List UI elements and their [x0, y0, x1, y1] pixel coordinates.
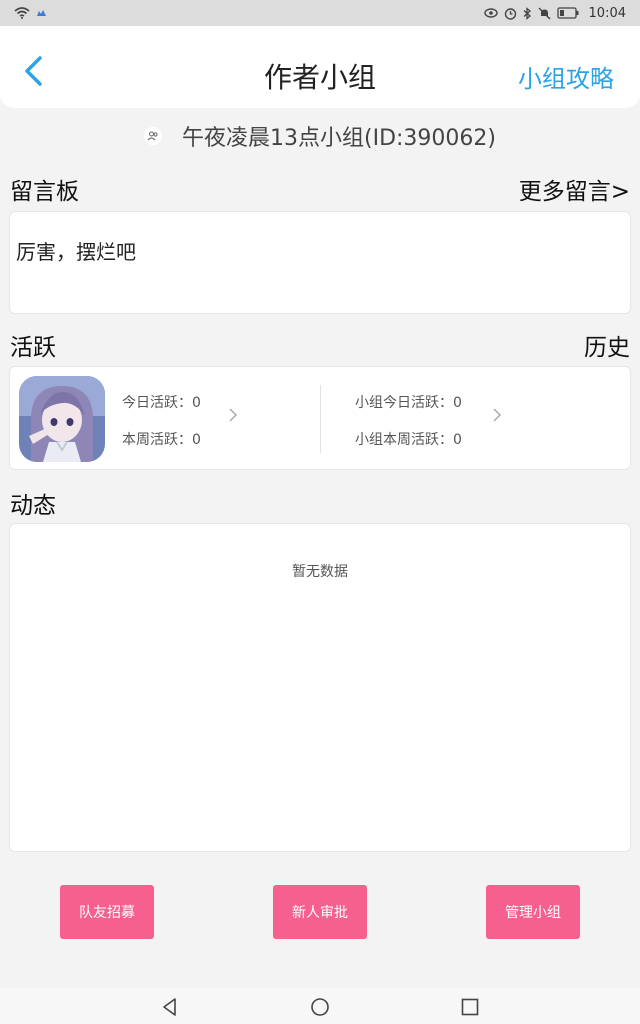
battery-icon — [556, 7, 579, 19]
approve-newcomers-button[interactable]: 新人审批 — [273, 885, 367, 939]
group-name-row: 午夜凌晨13点小组(ID:390062) — [0, 118, 640, 154]
more-messages-link[interactable]: 更多留言> — [519, 172, 630, 206]
group-guide-link[interactable]: 小组攻略 — [518, 59, 614, 94]
feed-title: 动态 — [10, 493, 56, 519]
empty-state-text: 暂无数据 — [292, 564, 348, 580]
history-link[interactable]: 历史 — [584, 328, 630, 362]
bluetooth-icon — [523, 6, 532, 20]
today-activity: 今日活跃：0 — [122, 395, 201, 411]
activity-card: 今日活跃：0 本周活跃：0 小组今日活跃：0 小组本周活跃：0 — [9, 366, 631, 470]
nav-home-icon[interactable] — [309, 996, 331, 1018]
app-header: 作者小组 小组攻略 — [0, 26, 640, 108]
message-board-card[interactable]: 厉害，摆烂吧 — [9, 211, 631, 314]
status-bar: 10:04 — [0, 0, 640, 26]
group-week-activity: 小组本周活跃：0 — [355, 432, 462, 448]
chevron-right-icon[interactable] — [492, 407, 502, 428]
group-icon — [144, 127, 162, 145]
eye-icon — [483, 8, 498, 18]
nav-recents-icon[interactable] — [459, 996, 481, 1018]
manage-group-button[interactable]: 管理小组 — [486, 885, 580, 939]
latest-message: 厉害，摆烂吧 — [16, 240, 136, 264]
alarm-icon — [504, 7, 517, 20]
status-right: 10:04 — [483, 5, 626, 21]
feed-card: 暂无数据 — [9, 523, 631, 852]
nav-back-icon[interactable] — [159, 996, 181, 1018]
week-activity: 本周活跃：0 — [122, 432, 201, 448]
activity-title: 活跃 — [10, 335, 56, 361]
group-name: 午夜凌晨13点小组(ID:390062) — [182, 126, 496, 151]
group-today-activity: 小组今日活跃：0 — [355, 395, 462, 411]
mute-icon — [538, 7, 551, 20]
status-left — [14, 7, 48, 19]
system-nav-bar — [0, 988, 640, 1024]
wifi-icon — [14, 7, 30, 19]
avatar[interactable] — [19, 376, 105, 462]
cloud-icon — [36, 8, 48, 18]
recruit-teammates-button[interactable]: 队友招募 — [60, 885, 154, 939]
status-time: 10:04 — [588, 5, 626, 21]
message-board-title: 留言板 — [10, 179, 79, 205]
chevron-right-icon[interactable] — [228, 407, 238, 428]
activity-divider — [320, 385, 321, 453]
